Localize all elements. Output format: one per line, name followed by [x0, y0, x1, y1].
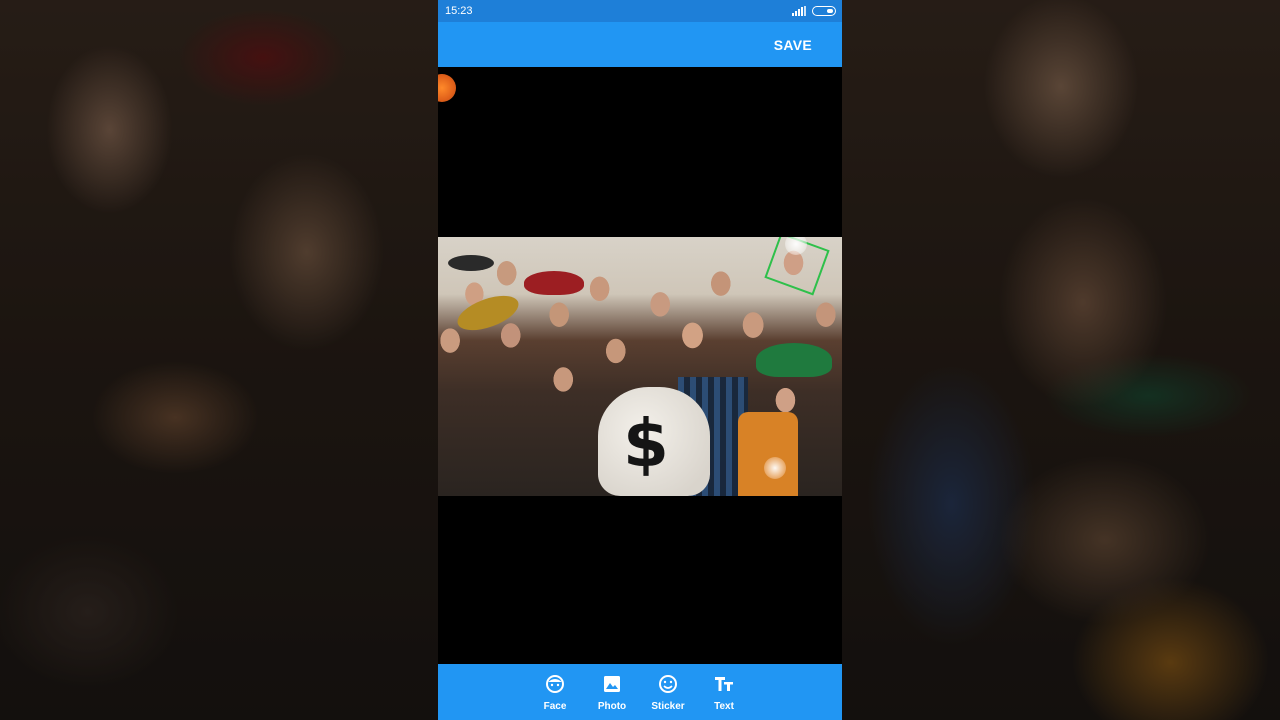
hat-red	[524, 271, 584, 295]
photo-tool-label: Photo	[597, 701, 627, 712]
hat-yellow	[453, 288, 523, 338]
resize-handle-bottom[interactable]	[764, 457, 786, 479]
face-tool-button[interactable]: Face	[533, 674, 577, 714]
dollar-sign: $	[623, 405, 669, 482]
text-icon	[715, 677, 733, 691]
battery-icon	[812, 6, 836, 16]
status-bar: 15:23	[438, 0, 842, 22]
editor-canvas[interactable]: $	[438, 67, 842, 664]
text-tool-label: Text	[714, 701, 734, 712]
photo-icon	[604, 676, 620, 692]
phone-screen: 15:23 SAVE $ Face Photo Sticker Text	[438, 0, 842, 720]
signal-icon	[792, 6, 806, 16]
app-bar: SAVE	[438, 22, 842, 67]
drag-handle[interactable]	[438, 74, 456, 102]
save-button[interactable]: SAVE	[774, 37, 812, 53]
blurred-background-right	[842, 0, 1280, 720]
face-icon	[546, 675, 564, 693]
sticker-icon	[659, 675, 677, 693]
status-time: 15:23	[445, 5, 473, 17]
orange-jacket	[738, 412, 798, 496]
bottom-toolbar: Face Photo Sticker Text	[438, 664, 842, 720]
photo-tool-button[interactable]: Photo	[590, 674, 634, 714]
sticker-tool-button[interactable]: Sticker	[646, 674, 690, 714]
hat-green	[756, 343, 832, 377]
face-tool-label: Face	[543, 701, 567, 712]
text-tool-button[interactable]: Text	[702, 674, 746, 714]
edited-photo[interactable]: $	[438, 237, 842, 496]
blurred-background-left	[0, 0, 438, 720]
sticker-tool-label: Sticker	[651, 701, 685, 712]
hat-black	[448, 255, 494, 271]
